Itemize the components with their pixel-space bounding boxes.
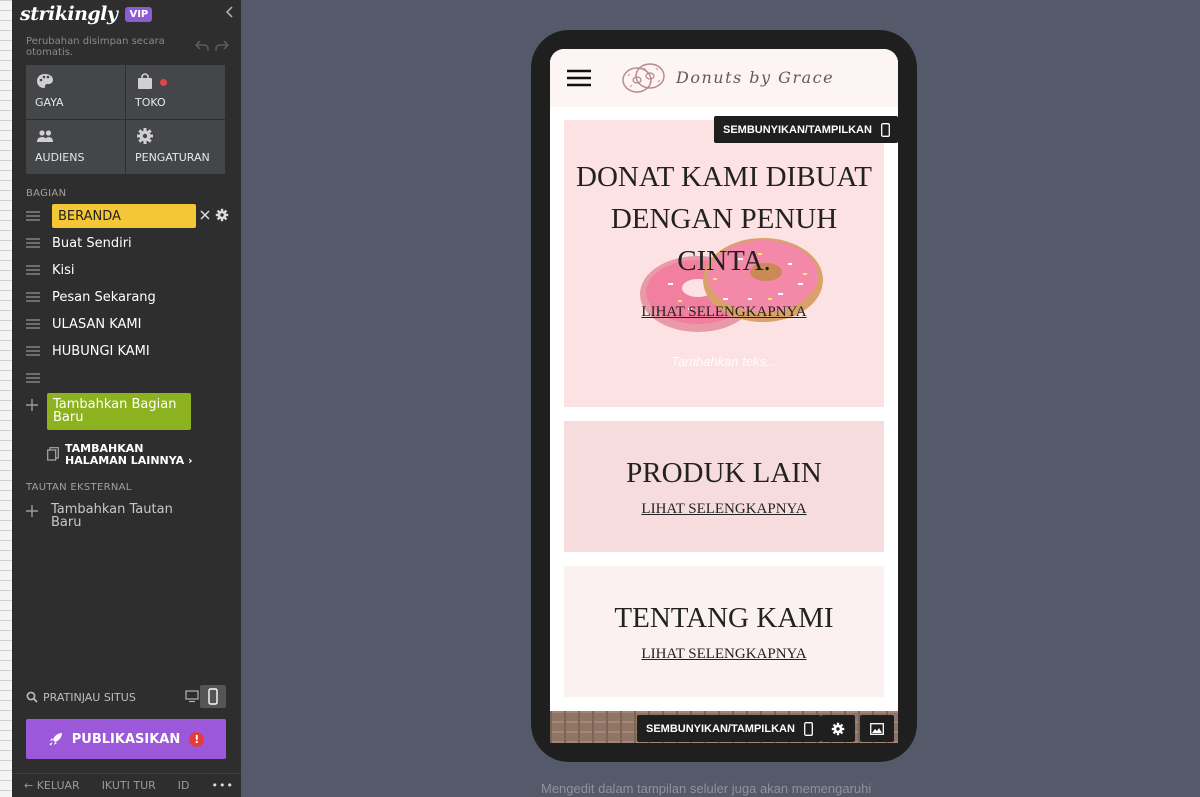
products-section[interactable]: PRODUK LAIN LIHAT SELENGKAPNYA bbox=[564, 421, 884, 552]
toggle-label: SEMBUNYIKAN/TAMPILKAN bbox=[646, 722, 795, 735]
pages-icon bbox=[47, 447, 59, 461]
delete-section-icon[interactable] bbox=[200, 210, 210, 220]
drag-handle-icon[interactable] bbox=[26, 319, 40, 329]
people-icon bbox=[37, 130, 53, 142]
products-title[interactable]: PRODUK LAIN bbox=[564, 457, 884, 490]
gear-icon bbox=[137, 128, 153, 144]
section-item-empty[interactable] bbox=[26, 366, 236, 390]
add-more-pages-link[interactable]: TAMBAHKAN HALAMAN LAINNYA › bbox=[47, 443, 205, 467]
tile-label: GAYA bbox=[35, 96, 64, 109]
tile-audience[interactable]: AUDIENS bbox=[26, 120, 125, 174]
desktop-view-icon[interactable] bbox=[184, 688, 200, 704]
mobile-icon bbox=[803, 721, 813, 736]
toggle-label: SEMBUNYIKAN/TAMPILKAN bbox=[723, 123, 872, 136]
add-link-label: Tambahkan Tautan Baru bbox=[51, 502, 173, 530]
add-section-row: Tambahkan Bagian Baru bbox=[26, 393, 191, 430]
warning-badge: ! bbox=[189, 731, 205, 747]
vip-badge: VIP bbox=[125, 6, 153, 22]
add-section-button[interactable]: Tambahkan Bagian Baru bbox=[47, 393, 191, 430]
preview-label[interactable]: PRATINJAU SITUS bbox=[43, 691, 136, 704]
section-item[interactable]: Kisi bbox=[26, 258, 236, 282]
autosave-status: Perubahan disimpan secara otomatis. bbox=[26, 36, 165, 58]
language-link[interactable]: ID bbox=[178, 779, 190, 792]
drag-handle-icon[interactable] bbox=[26, 265, 40, 275]
palette-icon bbox=[37, 74, 53, 88]
about-title[interactable]: TENTANG KAMI bbox=[564, 602, 884, 635]
mobile-edit-caption: Mengedit dalam tampilan seluler juga aka… bbox=[541, 781, 872, 796]
external-links-heading: TAUTAN EKSTERNAL bbox=[26, 482, 132, 493]
mobile-icon bbox=[880, 122, 890, 137]
shopping-bag-icon bbox=[138, 73, 152, 89]
sections-heading: BAGIAN bbox=[26, 188, 67, 199]
site-brand[interactable]: Donuts by Grace bbox=[676, 68, 834, 87]
section-label: Pesan Sekarang bbox=[52, 289, 156, 305]
hero-section[interactable]: DONAT KAMI DIBUAT DENGAN PENUH CINTA. LI… bbox=[564, 120, 884, 407]
tour-link[interactable]: IKUTI TUR bbox=[102, 779, 156, 792]
about-link[interactable]: LIHAT SELENGKAPNYA bbox=[564, 646, 884, 663]
plus-icon bbox=[26, 505, 38, 517]
about-section[interactable]: TENTANG KAMI LIHAT SELENGKAPNYA bbox=[564, 566, 884, 697]
publish-label: PUBLIKASIKAN bbox=[71, 731, 181, 747]
add-external-link[interactable]: Tambahkan Tautan Baru bbox=[26, 503, 181, 529]
gear-icon bbox=[831, 722, 845, 735]
notification-dot bbox=[160, 79, 167, 86]
section-background-button[interactable] bbox=[860, 715, 894, 742]
hero-text-placeholder[interactable]: Tambahkan teks... bbox=[574, 354, 874, 369]
site-preview-row: PRATINJAU SITUS bbox=[26, 685, 226, 708]
ruler bbox=[0, 0, 12, 797]
drag-handle-icon[interactable] bbox=[26, 238, 40, 248]
drag-handle-icon[interactable] bbox=[26, 211, 40, 221]
section-label: BERANDA bbox=[52, 204, 196, 228]
drag-handle-icon[interactable] bbox=[26, 373, 40, 383]
undo-icon[interactable] bbox=[195, 40, 209, 52]
tile-settings[interactable]: PENGATURAN bbox=[126, 120, 225, 174]
section-label: ULASAN KAMI bbox=[52, 316, 142, 332]
rocket-icon bbox=[49, 733, 62, 746]
section-item-beranda[interactable]: BERANDA bbox=[26, 204, 236, 228]
sidebar-footer: ← KELUAR IKUTI TUR ID ••• bbox=[12, 773, 241, 797]
donut-logo-icon bbox=[622, 63, 665, 93]
mobile-view-icon bbox=[208, 688, 218, 705]
phone-screen: Donuts by Grace DONAT KAMI DIBUAT DENGAN… bbox=[550, 49, 898, 743]
section-item[interactable]: ULASAN KAMI bbox=[26, 312, 236, 336]
hero-link[interactable]: LIHAT SELENGKAPNYA bbox=[564, 304, 884, 321]
section-item[interactable]: Pesan Sekarang bbox=[26, 285, 236, 309]
app-logo: strikingly bbox=[20, 3, 118, 25]
editor-sidebar: strikingly VIP Perubahan disimpan secara… bbox=[12, 0, 241, 797]
plus-icon bbox=[26, 399, 38, 411]
section-label: Buat Sendiri bbox=[52, 235, 132, 251]
exit-link[interactable]: ← KELUAR bbox=[24, 779, 80, 792]
section-label: HUBUNGI KAMI bbox=[52, 343, 150, 359]
drag-handle-icon[interactable] bbox=[26, 346, 40, 356]
mobile-view-button[interactable] bbox=[200, 685, 226, 708]
hide-show-toggle-bottom[interactable]: SEMBUNYIKAN/TAMPILKAN bbox=[637, 715, 821, 742]
section-item[interactable]: HUBUNGI KAMI bbox=[26, 339, 236, 363]
section-settings-button[interactable] bbox=[821, 715, 855, 742]
image-icon bbox=[870, 722, 884, 735]
tile-label: PENGATURAN bbox=[135, 151, 210, 164]
hide-show-toggle-top[interactable]: SEMBUNYIKAN/TAMPILKAN bbox=[714, 116, 898, 143]
search-icon bbox=[26, 691, 38, 703]
editor-tiles: GAYA TOKO AUDIENS PENGATURAN bbox=[26, 65, 225, 174]
section-settings-icon[interactable] bbox=[215, 208, 229, 222]
products-link[interactable]: LIHAT SELENGKAPNYA bbox=[564, 501, 884, 518]
tile-label: AUDIENS bbox=[35, 151, 85, 164]
app-logo-row: strikingly VIP bbox=[20, 3, 153, 25]
tile-style[interactable]: GAYA bbox=[26, 65, 125, 119]
redo-icon[interactable] bbox=[215, 40, 229, 52]
site-navbar: Donuts by Grace bbox=[550, 49, 898, 107]
section-item[interactable]: Buat Sendiri bbox=[26, 231, 236, 255]
section-label: Kisi bbox=[52, 262, 75, 278]
more-pages-label: TAMBAHKAN HALAMAN LAINNYA › bbox=[65, 442, 193, 467]
publish-button[interactable]: PUBLIKASIKAN ! bbox=[26, 719, 226, 759]
tile-label: TOKO bbox=[135, 96, 166, 109]
hero-title[interactable]: DONAT KAMI DIBUAT DENGAN PENUH CINTA. bbox=[564, 156, 884, 282]
drag-handle-icon[interactable] bbox=[26, 292, 40, 302]
hamburger-menu-icon[interactable] bbox=[567, 69, 591, 87]
collapse-sidebar-icon[interactable] bbox=[223, 5, 237, 19]
more-options-icon[interactable]: ••• bbox=[212, 779, 234, 792]
tile-store[interactable]: TOKO bbox=[126, 65, 225, 119]
